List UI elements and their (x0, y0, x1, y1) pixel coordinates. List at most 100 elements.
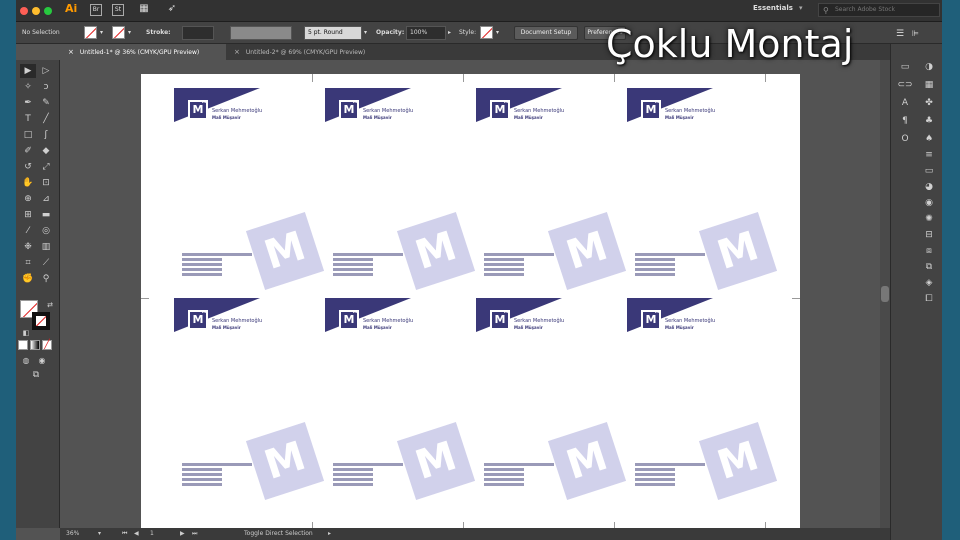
artboard[interactable]: M m Serkan Mehmetoğlu Mali Müşavir M M m… (141, 74, 800, 530)
stock-icon[interactable]: St (112, 4, 124, 16)
libraries-icon[interactable]: ▭ (897, 60, 913, 74)
type-icon[interactable]: T (20, 112, 36, 126)
last-artboard-icon[interactable]: ⏭ (192, 528, 197, 540)
tab-untitled-1[interactable]: × Untitled-1* @ 36% (CMYK/GPU Preview) (60, 44, 226, 60)
appearance-icon[interactable]: ◉ (921, 196, 937, 210)
artboard-panel-icon[interactable]: ⧠ (921, 292, 937, 306)
stroke-swatch[interactable] (32, 312, 50, 330)
stroke-weight-field[interactable] (182, 26, 214, 40)
business-card[interactable]: M m Serkan Mehmetoğlu Mali Müşavir M (325, 88, 477, 291)
gradient-icon[interactable]: ▬ (38, 208, 54, 222)
chevron-right-icon[interactable]: ▸ (328, 528, 331, 540)
workspace-switcher[interactable]: Essentials (753, 4, 793, 12)
document-setup-button[interactable]: Document Setup (514, 26, 578, 40)
graph-icon[interactable]: ▥ (38, 240, 54, 254)
curvature-icon[interactable]: ✎ (38, 96, 54, 110)
chevron-down-icon[interactable]: ▾ (496, 29, 499, 36)
business-card[interactable]: M m Serkan Mehmetoğlu Mali Müşavir M (174, 298, 326, 501)
paintbrush-icon[interactable]: ʃ (38, 128, 54, 142)
zoom-icon[interactable]: ⚲ (38, 272, 54, 286)
artboard-number[interactable]: 1 (150, 528, 154, 540)
screen-mode-icon[interactable]: ⧉ (28, 368, 44, 382)
search-adobe-stock[interactable]: ⚲ Search Adobe Stock (818, 3, 940, 17)
free-transform-icon[interactable]: ⊡ (38, 176, 54, 190)
maximize-window-button[interactable] (44, 7, 52, 15)
panel-menu-icon[interactable]: ☰ (896, 29, 904, 39)
link-icon[interactable]: ⊂⊃ (897, 78, 913, 92)
align-panel-icon[interactable]: ⊟ (921, 228, 937, 242)
graphic-style-swatch[interactable] (480, 26, 493, 39)
eraser-icon[interactable]: ◆ (38, 144, 54, 158)
draw-mode-icon[interactable]: ◉ (34, 354, 50, 368)
transparency-icon[interactable]: ◕ (921, 180, 937, 194)
line-icon[interactable]: ╱ (38, 112, 54, 126)
minimize-window-button[interactable] (32, 7, 40, 15)
selection-icon[interactable]: ▶ (20, 64, 36, 78)
symbol-sprayer-icon[interactable]: ❉ (20, 240, 36, 254)
graphic-styles-icon[interactable]: ♠ (921, 132, 937, 146)
draw-normal-icon[interactable]: ◍ (18, 354, 34, 368)
arrange-documents-icon[interactable]: ▦ (138, 4, 150, 16)
bridge-icon[interactable]: Br (90, 4, 102, 16)
transform-panel-icon[interactable]: ⧈ (921, 244, 937, 258)
swap-fill-stroke-icon[interactable]: ⇄ (42, 298, 58, 312)
opentype-icon[interactable]: O (897, 132, 913, 146)
character-icon[interactable]: A (897, 96, 913, 110)
close-window-button[interactable] (20, 7, 28, 15)
business-card[interactable]: M m Serkan Mehmetoğlu Mali Müşavir M (627, 298, 779, 501)
business-card[interactable]: M m Serkan Mehmetoğlu Mali Müşavir M (476, 298, 628, 501)
chevron-down-icon[interactable]: ▾ (98, 528, 101, 540)
fill-color-swatch[interactable] (84, 26, 97, 39)
color-icon[interactable]: ◑ (921, 60, 937, 74)
artboards-panel-icon[interactable]: ✺ (921, 212, 937, 226)
chevron-down-icon[interactable]: ▾ (799, 4, 803, 12)
symbols-icon[interactable]: ♣ (921, 114, 937, 128)
brush-definition-dropdown[interactable]: 5 pt. Round (304, 26, 362, 40)
next-artboard-icon[interactable]: ▶ (180, 528, 185, 540)
chevron-down-icon[interactable]: ▾ (100, 29, 103, 36)
close-icon[interactable]: × (68, 48, 74, 56)
default-colors-icon[interactable]: ◧ (18, 326, 34, 340)
hand-icon[interactable]: ✊ (20, 272, 36, 286)
paragraph-icon[interactable]: ¶ (897, 114, 913, 128)
close-icon[interactable]: × (234, 48, 240, 56)
first-artboard-icon[interactable]: ⏮ (122, 528, 127, 540)
none-mode-icon[interactable]: ╱ (42, 340, 52, 350)
rotate-icon[interactable]: ↺ (20, 160, 36, 174)
stroke-panel-icon[interactable]: ≡ (921, 148, 937, 162)
chevron-down-icon[interactable]: ▾ (128, 29, 131, 36)
scrollbar-thumb[interactable] (881, 286, 889, 302)
artboard-icon[interactable]: ⌗ (20, 256, 36, 270)
tab-untitled-2[interactable]: × Untitled-2* @ 69% (CMYK/GPU Preview) (226, 44, 398, 60)
brushes-icon[interactable]: ✤ (921, 96, 937, 110)
lasso-icon[interactable]: ↄ (38, 80, 54, 94)
align-icon[interactable]: ⊫ (912, 29, 919, 38)
rectangle-icon[interactable]: □ (20, 128, 36, 142)
business-card[interactable]: M m Serkan Mehmetoğlu Mali Müşavir M (325, 298, 477, 501)
eyedropper-icon[interactable]: ⁄ (20, 224, 36, 238)
business-card[interactable]: M m Serkan Mehmetoğlu Mali Müşavir M (174, 88, 326, 291)
shaper-icon[interactable]: ✐ (20, 144, 36, 158)
perspective-icon[interactable]: ⊿ (38, 192, 54, 206)
layers-icon[interactable]: ◈ (921, 276, 937, 290)
variable-width-profile[interactable] (230, 26, 292, 40)
gradient-mode-icon[interactable] (30, 340, 40, 350)
shape-builder-icon[interactable]: ⊕ (20, 192, 36, 206)
zoom-level[interactable]: 36% (66, 528, 79, 540)
pathfinder-icon[interactable]: ⧉ (921, 260, 937, 274)
gradient-panel-icon[interactable]: ▭ (921, 164, 937, 178)
chevron-right-icon[interactable]: ▸ (448, 29, 451, 36)
chevron-down-icon[interactable]: ▾ (364, 29, 367, 36)
color-mode-icon[interactable] (18, 340, 28, 350)
slice-icon[interactable]: ⟋ (38, 256, 54, 270)
canvas[interactable]: M m Serkan Mehmetoğlu Mali Müşavir M M m… (60, 60, 890, 530)
swatches-icon[interactable]: ▦ (921, 78, 937, 92)
warp-icon[interactable]: ✋ (20, 176, 36, 190)
previous-artboard-icon[interactable]: ◀ (134, 528, 139, 540)
business-card[interactable]: M m Serkan Mehmetoğlu Mali Müşavir M (476, 88, 628, 291)
blend-icon[interactable]: ◎ (38, 224, 54, 238)
opacity-field[interactable]: 100% (406, 26, 446, 40)
vertical-scrollbar[interactable] (880, 60, 890, 528)
scale-icon[interactable]: ⤢ (38, 160, 54, 174)
magic-wand-icon[interactable]: ✧ (20, 80, 36, 94)
